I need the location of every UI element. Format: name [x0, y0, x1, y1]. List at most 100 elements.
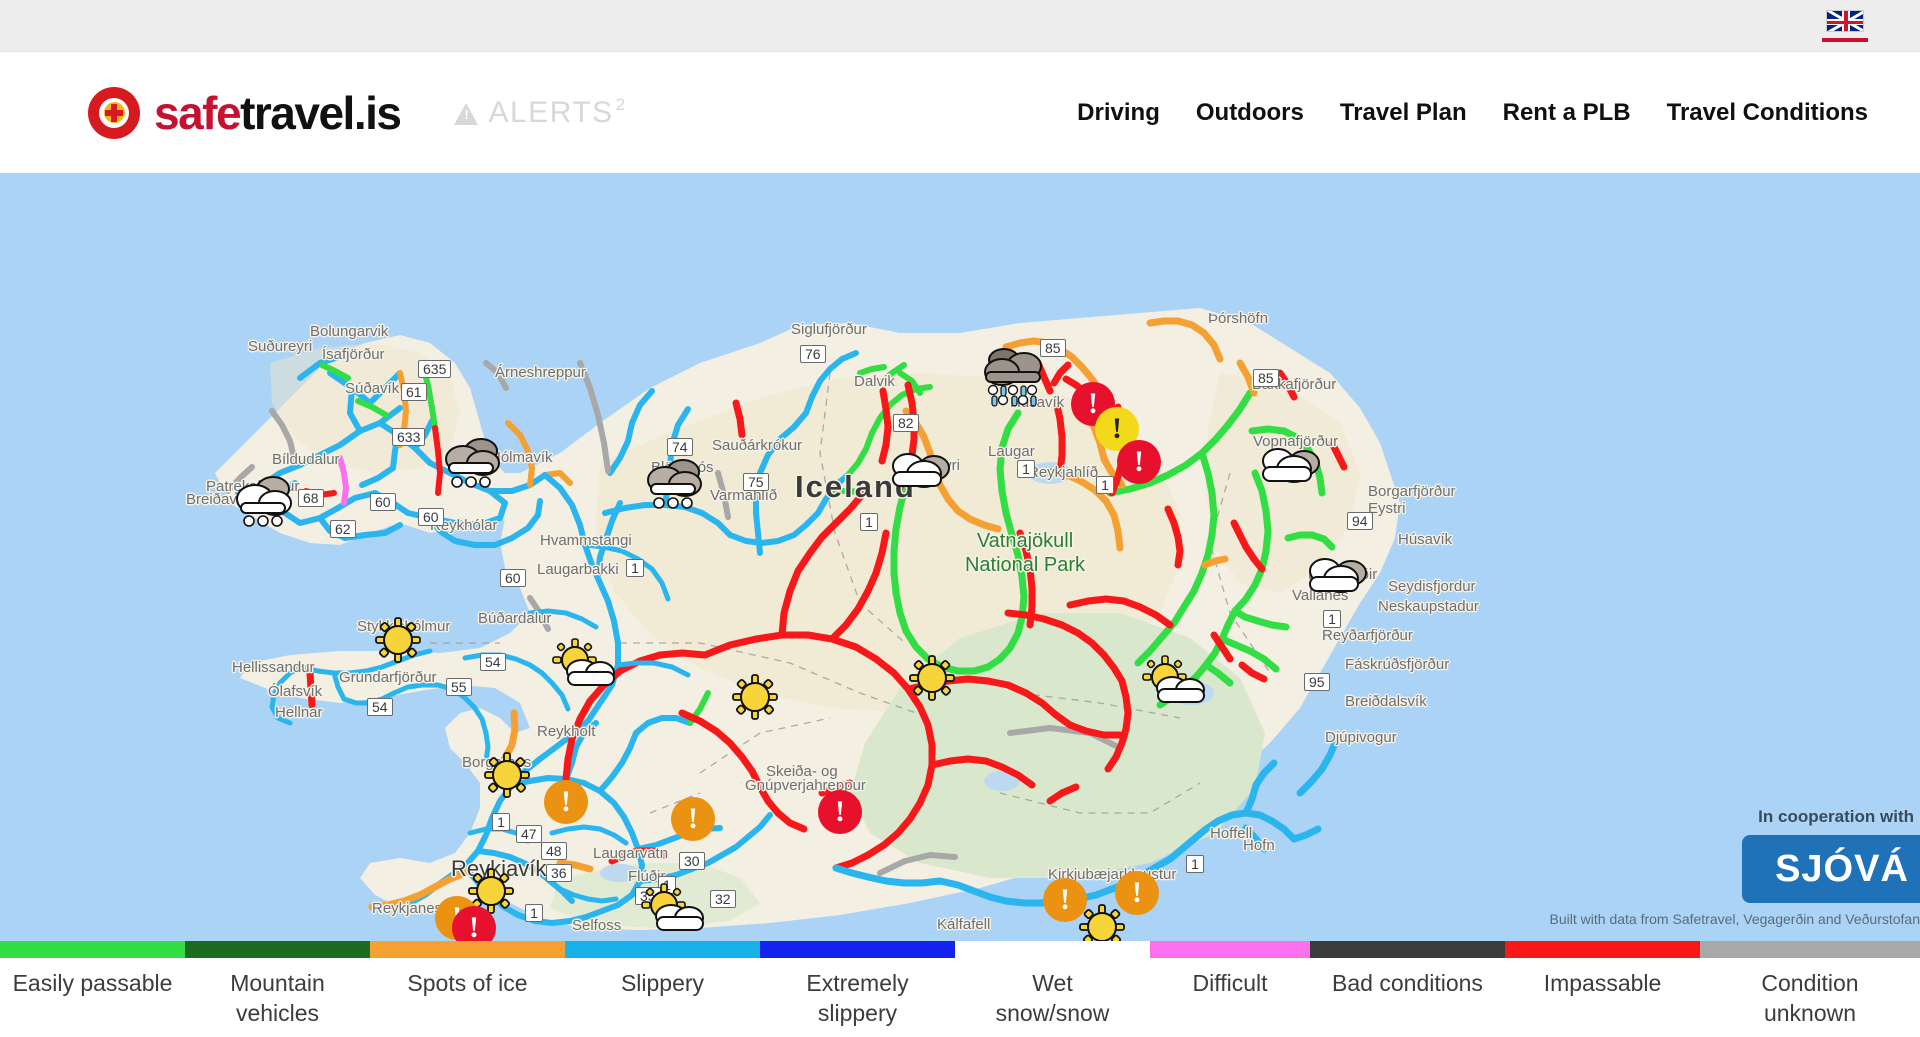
road-shield[interactable]: 62	[330, 520, 356, 538]
nav-item-travel-plan[interactable]: Travel Plan	[1340, 99, 1467, 127]
legend-label-slippery: Slippery	[620, 970, 705, 996]
alert-pin-orange[interactable]: !	[1043, 878, 1087, 922]
alert-pin-orange[interactable]: !	[671, 797, 715, 841]
road-shield[interactable]: 94	[1347, 512, 1373, 530]
nav-item-outdoors[interactable]: Outdoors	[1196, 99, 1304, 127]
alert-pin-orange[interactable]: !	[1115, 871, 1159, 915]
cooperation-label: In cooperation with	[1758, 807, 1914, 826]
road-shield[interactable]: 60	[500, 569, 526, 587]
site-logo[interactable]: safetravel.is	[88, 86, 402, 140]
legend-swatch-wet-snow	[955, 941, 1150, 958]
road-shield[interactable]: 1	[1323, 610, 1341, 628]
road-shield[interactable]: 47	[516, 825, 542, 843]
language-selector-en[interactable]	[1822, 10, 1868, 42]
road-shield[interactable]: 95	[1304, 673, 1330, 691]
road-shield[interactable]: 1	[492, 813, 510, 831]
map-canvas: .land { fill:#f3efe2; } .hl { fill:#efe6…	[215, 308, 1400, 930]
conditions-legend: Easily passable Mountain vehicles Spots o…	[0, 941, 1920, 1037]
legend-label-row: Easily passable Mountain vehicles Spots o…	[0, 968, 1920, 1028]
sun-icon[interactable]	[483, 751, 531, 799]
logo-text-black: travel.is	[240, 86, 402, 139]
sun-cloud-icon[interactable]	[552, 638, 618, 690]
logo-wordmark: safetravel.is	[154, 86, 402, 140]
alerts-count-badge: 2	[615, 94, 626, 114]
road-shield[interactable]: 76	[800, 345, 826, 363]
snow-cloud-icon[interactable]	[235, 473, 297, 529]
road-shield[interactable]: 635	[418, 360, 452, 378]
road-shield[interactable]: 1	[1186, 855, 1204, 873]
alerts-button[interactable]: ALERTS 2	[454, 94, 626, 129]
road-conditions-map[interactable]: .land { fill:#f3efe2; } .hl { fill:#efe6…	[0, 173, 1920, 941]
sun-cloud-icon[interactable]	[1142, 655, 1208, 707]
sjova-logo-text: SJÓVÁ	[1775, 847, 1909, 890]
alerts-label: ALERTS	[488, 95, 614, 129]
road-shield[interactable]: 68	[298, 489, 324, 507]
legend-label-mountain-vehicles: Mountain vehicles	[230, 970, 325, 1026]
nav-item-travel-conditions[interactable]: Travel Conditions	[1667, 99, 1868, 127]
nav-item-rent-a-plb[interactable]: Rent a PLB	[1503, 99, 1631, 127]
snow-cloud-icon[interactable]	[645, 456, 707, 512]
legend-label-impassable: Impassable	[1543, 970, 1662, 996]
road-shield[interactable]: 1	[525, 904, 543, 922]
road-shield[interactable]: 61	[401, 383, 427, 401]
legend-label-bad-conditions: Bad conditions	[1332, 970, 1483, 996]
sleet-cloud-icon[interactable]	[980, 346, 1048, 408]
legend-swatch-easily-passable	[0, 941, 185, 958]
legend-label-extremely-slippery: Extremely slippery	[806, 970, 909, 1026]
cloud-icon[interactable]	[1305, 555, 1369, 599]
sun-icon[interactable]	[908, 654, 956, 702]
legend-swatch-spots-of-ice	[370, 941, 565, 958]
cooperation-block: In cooperation with SJÓVÁ	[1742, 807, 1920, 903]
road-shield[interactable]: 1	[860, 513, 878, 531]
legend-swatch-impassable	[1505, 941, 1700, 958]
nav-item-driving[interactable]: Driving	[1077, 99, 1160, 127]
legend-label-condition-unknown: Condition unknown	[1761, 970, 1859, 1026]
language-bar	[0, 0, 1920, 52]
warning-triangle-icon	[454, 102, 479, 125]
main-navigation: Driving Outdoors Travel Plan Rent a PLB …	[1077, 99, 1868, 127]
uk-flag-icon	[1826, 10, 1864, 32]
road-shield[interactable]: 75	[743, 473, 769, 491]
legend-label-spots-of-ice: Spots of ice	[407, 970, 528, 996]
legend-swatch-difficult	[1150, 941, 1310, 958]
road-shield[interactable]: 36	[546, 864, 572, 882]
legend-swatch-mountain-vehicles	[185, 941, 370, 958]
road-shield[interactable]: 54	[480, 653, 506, 671]
snow-cloud-icon[interactable]	[443, 435, 505, 491]
legend-label-wet-snow: Wet snow/snow	[995, 970, 1110, 1026]
logo-text-red: safe	[154, 86, 242, 139]
page-root: safetravel.is ALERTS 2 Driving Outdoors …	[0, 0, 1920, 1037]
road-shield[interactable]: 1	[626, 559, 644, 577]
legend-color-bar	[0, 941, 1920, 958]
cloud-icon[interactable]	[1258, 445, 1322, 489]
road-shield[interactable]: 32	[710, 890, 736, 908]
alert-pin-orange[interactable]: !	[544, 780, 588, 824]
road-shield[interactable]: 1	[1096, 476, 1114, 494]
legend-label-difficult: Difficult	[1192, 970, 1268, 996]
language-active-underline	[1822, 38, 1868, 42]
site-header: safetravel.is ALERTS 2 Driving Outdoors …	[0, 52, 1920, 173]
alert-pin-red[interactable]: !	[1117, 440, 1161, 484]
road-shield[interactable]: 60	[418, 508, 444, 526]
road-shield[interactable]: 60	[370, 493, 396, 511]
lifebuoy-cross-icon	[88, 86, 140, 139]
alert-pin-red[interactable]: !	[818, 790, 862, 834]
sun-cloud-icon[interactable]	[641, 883, 707, 935]
road-shield[interactable]: 54	[367, 698, 393, 716]
legend-label-easily-passable: Easily passable	[12, 970, 173, 996]
road-shield[interactable]: 633	[392, 428, 426, 446]
road-shield[interactable]: 82	[893, 414, 919, 432]
road-shield[interactable]: 85	[1253, 369, 1279, 387]
legend-swatch-bad-conditions	[1310, 941, 1505, 958]
sjova-partner-logo[interactable]: SJÓVÁ	[1742, 835, 1920, 903]
legend-swatch-condition-unknown	[1700, 941, 1920, 958]
road-shield[interactable]: 30	[679, 852, 705, 870]
sun-icon[interactable]	[374, 616, 422, 664]
sun-icon[interactable]	[731, 673, 779, 721]
road-shield[interactable]: 48	[541, 842, 567, 860]
legend-swatch-slippery	[565, 941, 760, 958]
road-shield[interactable]: 74	[667, 438, 693, 456]
road-shield[interactable]: 55	[446, 678, 472, 696]
cloud-icon[interactable]	[888, 450, 952, 494]
road-shield[interactable]: 1	[1017, 460, 1035, 478]
